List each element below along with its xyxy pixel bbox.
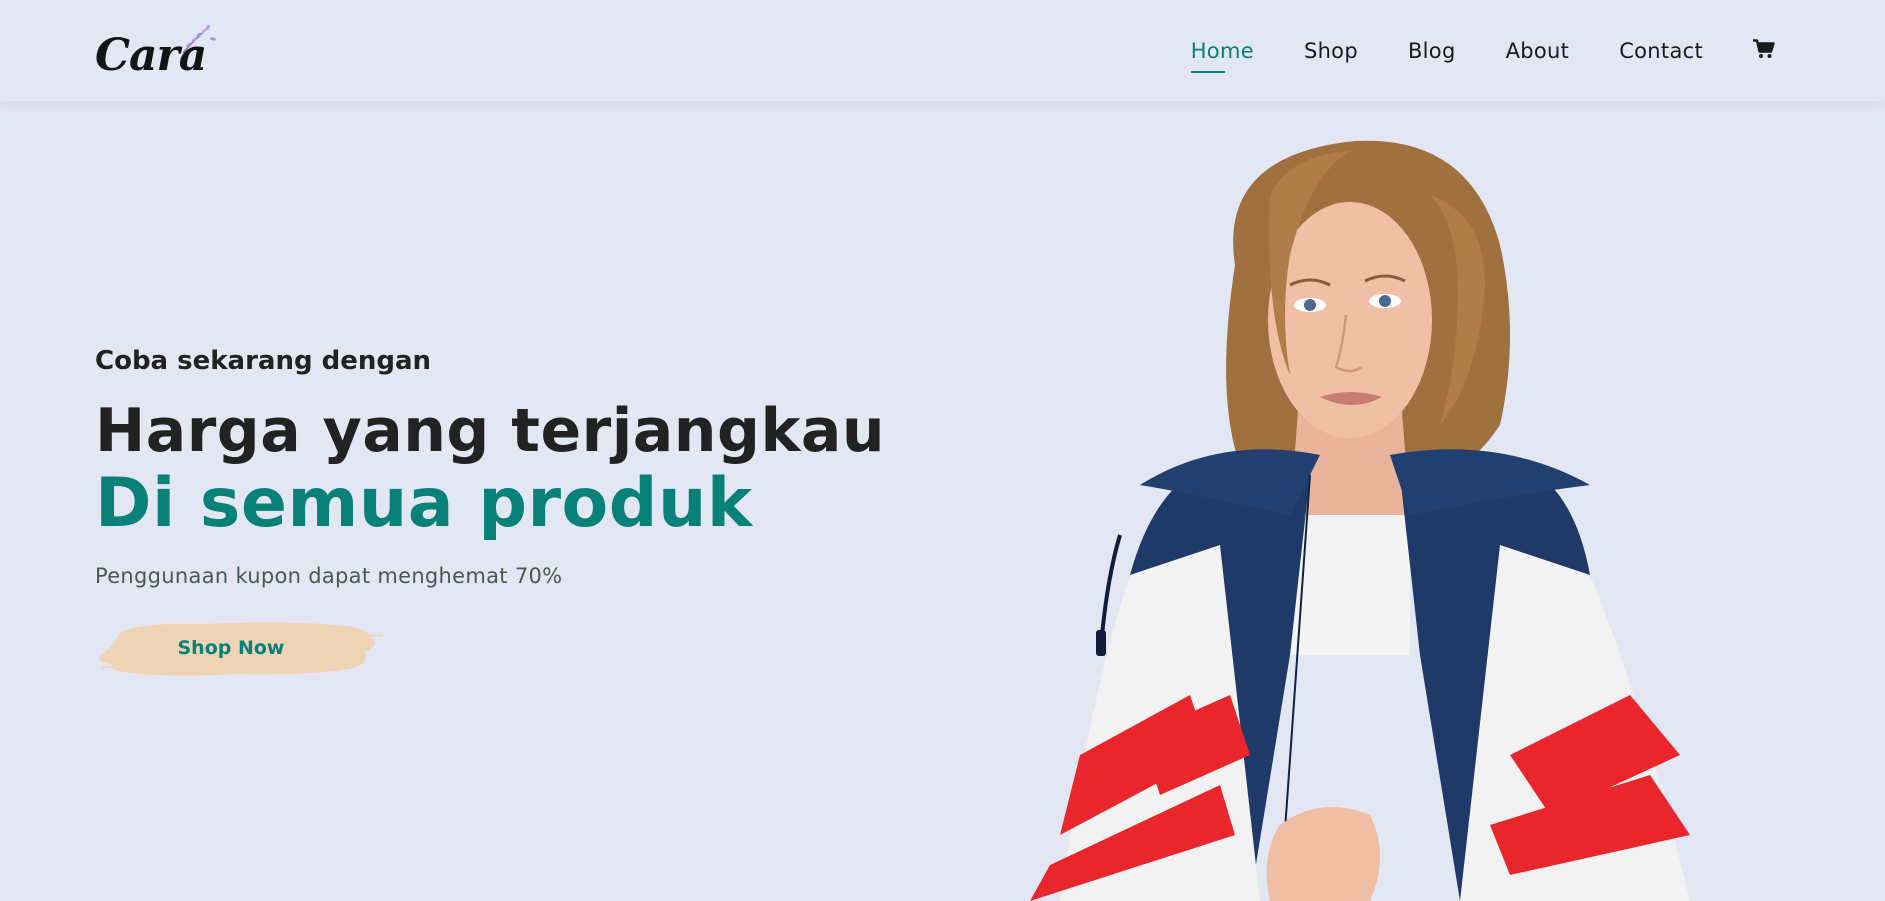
hero-headline: Harga yang terjangkau xyxy=(95,396,886,466)
logo[interactable]: Cara xyxy=(95,21,216,81)
nav-about[interactable]: About xyxy=(1506,39,1570,67)
lavender-sprig-icon xyxy=(182,24,216,54)
hero-section: Coba sekarang dengan Harga yang terjangk… xyxy=(95,346,995,680)
hero-subtitle: Penggunaan kupon dapat menghemat 70% xyxy=(95,564,563,588)
nav-contact[interactable]: Contact xyxy=(1619,39,1703,67)
nav-shop[interactable]: Shop xyxy=(1304,39,1358,67)
hero-model-image xyxy=(1030,140,1690,901)
shop-now-button[interactable]: Shop Now xyxy=(95,616,385,680)
nav-blog[interactable]: Blog xyxy=(1408,39,1456,67)
shopping-cart-icon[interactable] xyxy=(1753,38,1775,63)
main-nav: Home Shop Blog About Contact xyxy=(1191,39,1790,63)
hero-highlight: Di semua produk xyxy=(95,464,753,543)
hero-pretitle: Coba sekarang dengan xyxy=(95,346,432,376)
nav-home[interactable]: Home xyxy=(1191,39,1254,67)
site-header: Cara Home Shop Blog About Contact xyxy=(0,0,1885,101)
shop-now-label: Shop Now xyxy=(177,637,285,659)
